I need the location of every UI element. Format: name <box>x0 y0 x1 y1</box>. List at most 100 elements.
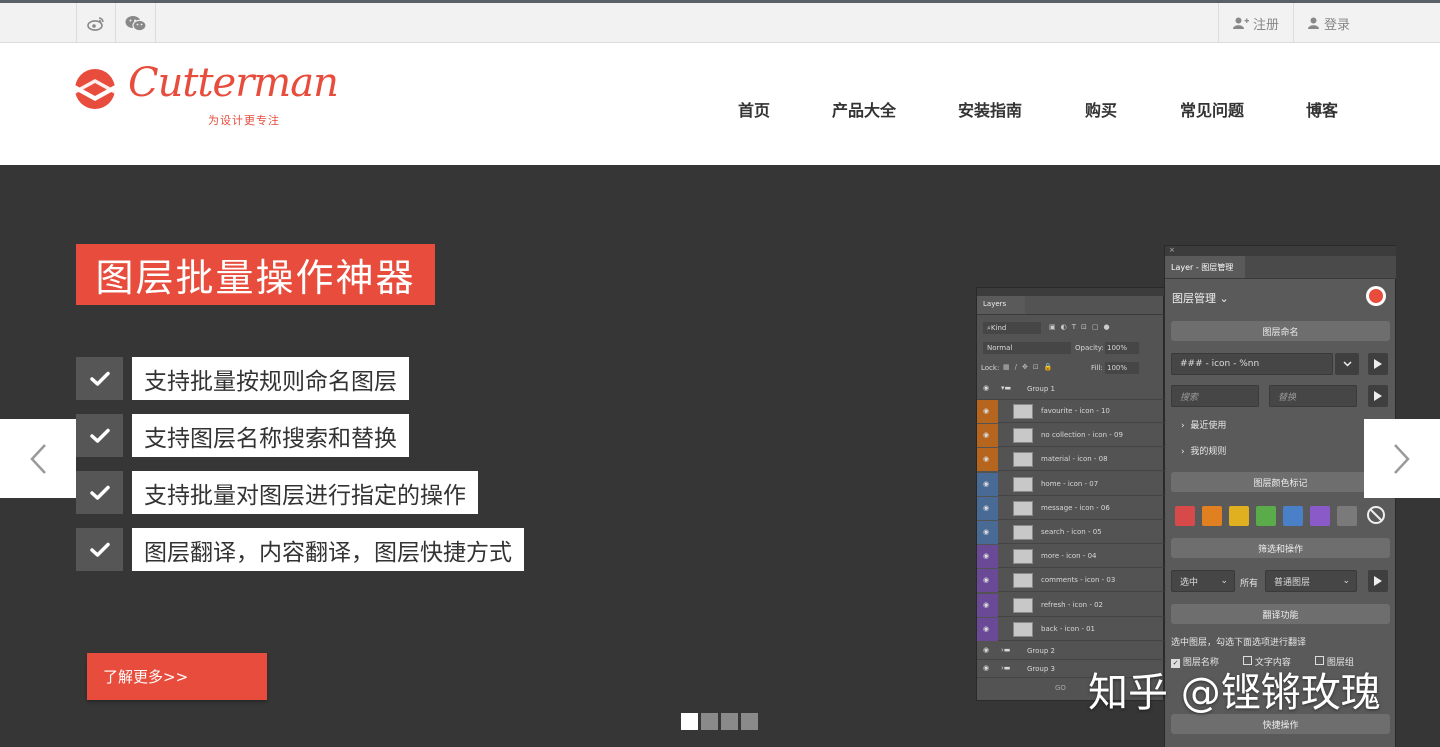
nav-faq[interactable]: 常见问题 <box>1180 97 1244 121</box>
layer-color-strip: ◉ <box>977 593 998 617</box>
layer-row: ◉ search - icon - 05 <box>977 521 1164 544</box>
rule-field: ### - icon - %nn <box>1171 353 1333 375</box>
layer-color-strip: ◉ <box>977 496 998 520</box>
color-swatch-orange <box>1202 506 1222 526</box>
check-icon <box>76 357 123 400</box>
recent-rules-item: › 最近使用 <box>1181 421 1227 431</box>
all-label: 所有 <box>1240 579 1259 589</box>
register-label: 注册 <box>1252 17 1279 33</box>
slide-dot-4[interactable] <box>741 713 758 730</box>
eye-icon: ◉ <box>983 624 990 633</box>
nav-buy[interactable]: 购买 <box>1085 97 1117 121</box>
play-icon <box>1368 353 1388 375</box>
layer-color-strip: ◉ <box>977 617 998 641</box>
layer-row: ◉ back - icon - 01 <box>977 617 1164 641</box>
eye-icon: ◉ <box>983 528 990 536</box>
layer-color-strip: ◉ <box>977 569 998 593</box>
login-label: 登录 <box>1323 17 1350 33</box>
my-rules-item: › 我的规则 <box>1181 447 1227 457</box>
opacity-label: Opacity: <box>1075 344 1104 352</box>
next-slide-button[interactable] <box>1364 419 1440 498</box>
layer-row: ◉ comments - icon - 03 <box>977 569 1164 593</box>
layer-name: more - icon - 04 <box>1041 552 1097 561</box>
lock-icons: ▦/✥⊡🔒 <box>1003 363 1058 371</box>
close-icon: × <box>1165 246 1396 256</box>
wechat-icon <box>125 15 147 31</box>
logo-mark-icon <box>75 69 115 109</box>
feature-text: 支持图层名称搜索和替换 <box>132 414 409 457</box>
register-link[interactable]: 注册 <box>1218 3 1294 43</box>
nav-products[interactable]: 产品大全 <box>832 97 896 121</box>
group-row: ◉ ▾▬ Group 1 <box>977 380 1164 400</box>
site-logo[interactable]: Cutterman 为设计更专注 <box>74 60 339 128</box>
layer-thumbnail <box>1013 549 1033 565</box>
prev-slide-button[interactable] <box>0 419 76 498</box>
slide-dot-2[interactable] <box>701 713 718 730</box>
layer-type-dropdown: 普通图层 ⌄ <box>1265 570 1357 592</box>
hero-title: 图层批量操作神器 <box>76 244 435 305</box>
chevron-down-icon: ⌄ <box>1220 576 1228 586</box>
color-swatch-red <box>1175 506 1195 526</box>
play-icon <box>1368 570 1388 592</box>
layer-name: no collection - icon - 09 <box>1041 431 1123 440</box>
layer-name: refresh - icon - 02 <box>1041 600 1103 609</box>
nav-install-guide[interactable]: 安装指南 <box>958 97 1022 121</box>
layer-color-strip: ◉ <box>977 545 998 569</box>
logo-slogan: 为设计更专注 <box>208 114 280 127</box>
weibo-link[interactable] <box>76 3 116 43</box>
eye-icon: ◉ <box>983 664 990 672</box>
layer-name: search - icon - 05 <box>1041 528 1102 536</box>
group-row: ◉ ›▬ Group 2 <box>977 642 1164 660</box>
layers-panel-screenshot: Layers ⌕Kind ▣◐T⊡▢● Normal Opacity: 100%… <box>976 287 1164 701</box>
slide-dot-1[interactable] <box>681 713 698 730</box>
eye-icon: ◉ <box>983 576 990 585</box>
layers-tab: Layers <box>977 296 1025 314</box>
layer-thumbnail <box>1013 500 1033 516</box>
play-icon <box>1368 385 1388 407</box>
eye-icon: ◉ <box>983 600 990 609</box>
feature-text: 支持批量对图层进行指定的操作 <box>132 471 478 514</box>
check-icon <box>76 414 123 457</box>
layer-name: back - icon - 01 <box>1041 624 1096 633</box>
panel-tab: Layer - 图层管理 <box>1165 256 1245 278</box>
layer-row: ◉ message - icon - 06 <box>977 496 1164 520</box>
eye-icon: ◉ <box>983 407 990 415</box>
layer-color-strip: ◉ <box>977 400 998 423</box>
check-icon <box>76 528 123 571</box>
layer-row: ◉ no collection - icon - 09 <box>977 424 1164 448</box>
fill-label: Fill: <box>1091 364 1103 372</box>
search-field: 搜索 <box>1171 385 1259 407</box>
layer-color-strip: ◉ <box>977 448 998 472</box>
kind-filter: ⌕Kind <box>983 322 1041 334</box>
hero-carousel: 图层批量操作神器 支持批量按规则命名图层 支持图层名称搜索和替换 支持批量对图层… <box>0 165 1440 747</box>
weibo-icon <box>87 16 104 31</box>
layer-thumbnail <box>1013 428 1033 444</box>
layer-row: ◉ favourite - icon - 10 <box>977 400 1164 423</box>
feature-text: 图层翻译，内容翻译，图层快捷方式 <box>132 528 524 571</box>
filter-button: 筛选和操作 <box>1171 538 1390 558</box>
layer-row: ◉ refresh - icon - 02 <box>977 593 1164 617</box>
layer-row: ◉ material - icon - 08 <box>977 448 1164 472</box>
chevron-left-icon <box>30 443 46 474</box>
chevron-down-icon <box>1335 353 1359 375</box>
layer-name: favourite - icon - 10 <box>1041 407 1110 415</box>
layer-name: material - icon - 08 <box>1041 455 1108 464</box>
eye-icon: ◉ <box>983 431 990 440</box>
eye-icon: ◉ <box>983 552 990 561</box>
color-mark-button: 图层颜色标记 <box>1171 472 1390 492</box>
learn-more-button[interactable]: 了解更多>> <box>87 653 267 700</box>
slide-dot-3[interactable] <box>721 713 738 730</box>
translate-button: 翻译功能 <box>1171 604 1390 624</box>
color-swatch-green <box>1256 506 1276 526</box>
wechat-link[interactable] <box>116 3 156 43</box>
layer-thumbnail <box>1013 597 1033 613</box>
user-plus-icon <box>1232 17 1249 29</box>
eye-icon: ◉ <box>983 646 990 654</box>
layer-thumbnail <box>1013 452 1033 468</box>
layer-thumbnail <box>1013 525 1033 540</box>
login-link[interactable]: 登录 <box>1294 3 1364 43</box>
nav-blog[interactable]: 博客 <box>1306 97 1338 121</box>
nav-home[interactable]: 首页 <box>738 97 770 121</box>
chevron-right-icon: › <box>1181 421 1185 431</box>
color-swatch-yellow <box>1229 506 1249 526</box>
